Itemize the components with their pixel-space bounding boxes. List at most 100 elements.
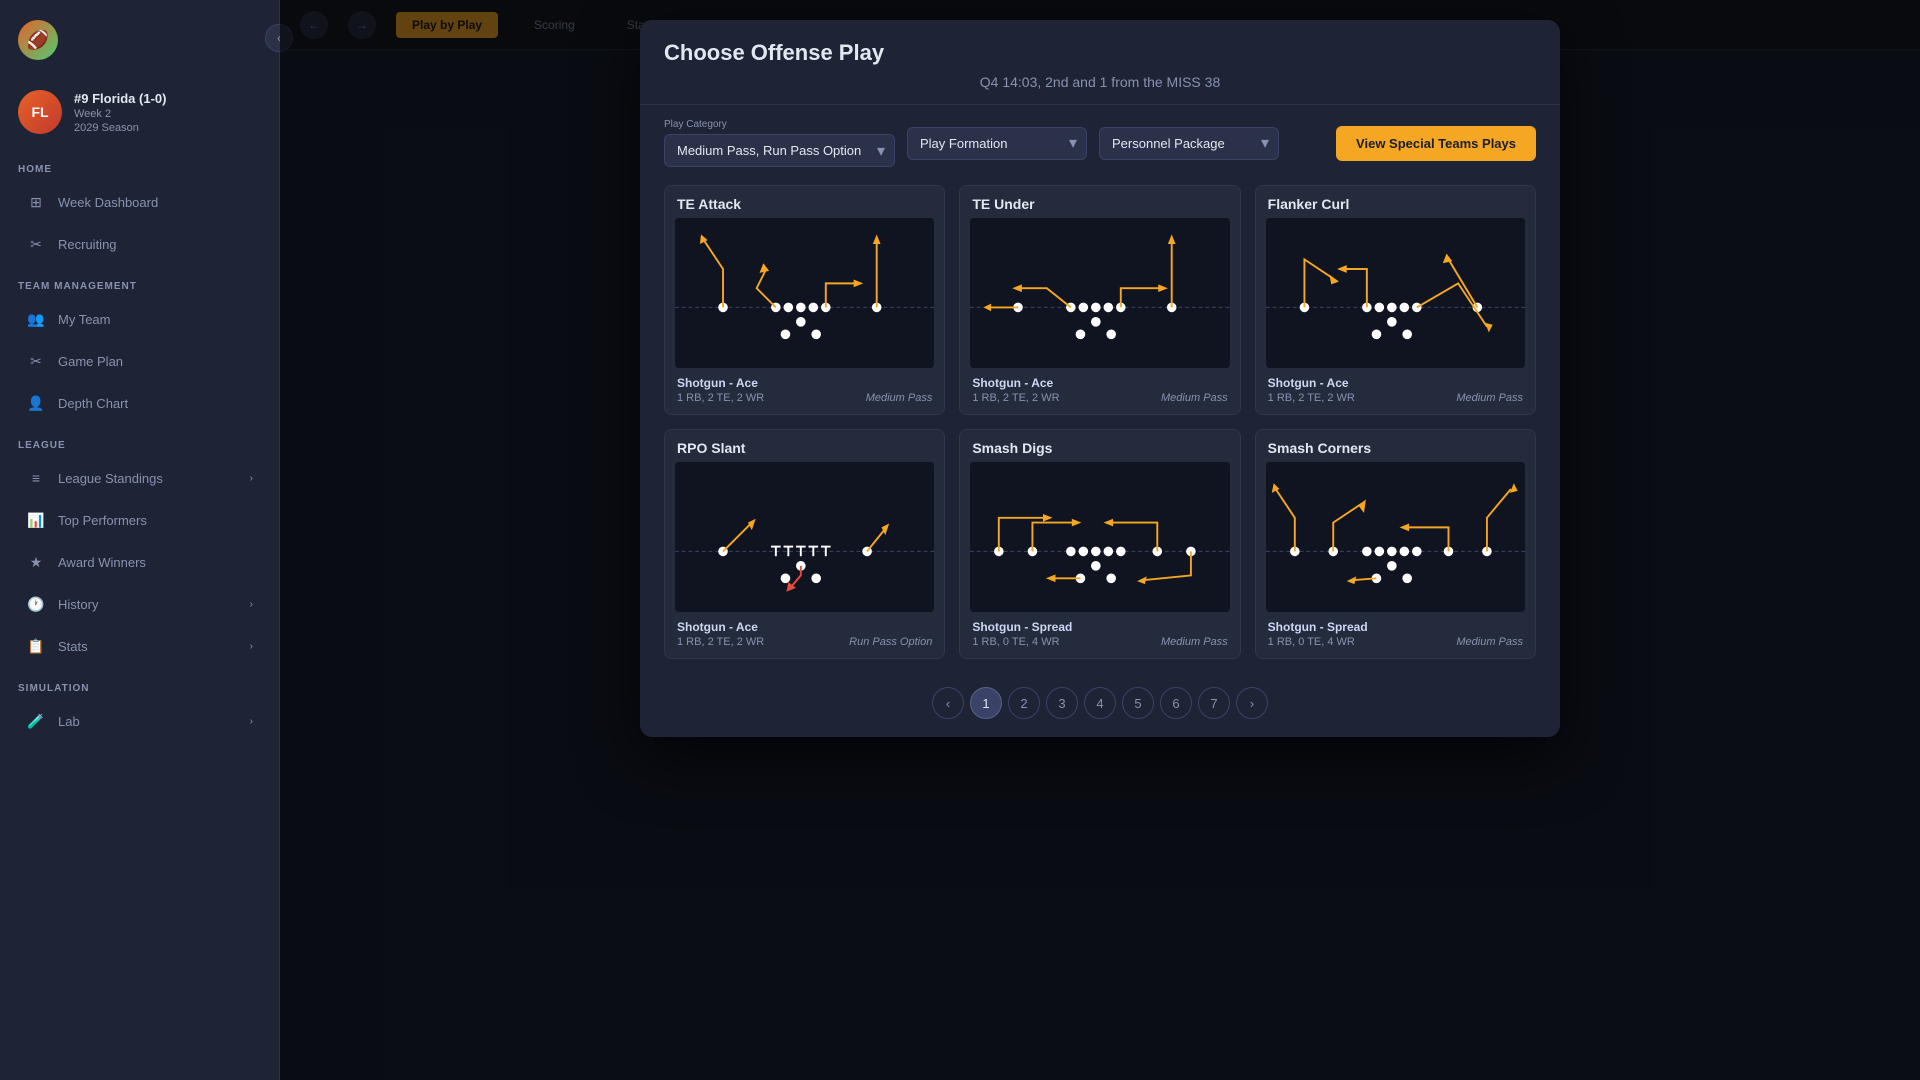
play-card-smash-digs[interactable]: Smash Digs — [959, 429, 1240, 659]
play-title: Flanker Curl — [1256, 186, 1535, 218]
lab-icon: 🧪 — [26, 711, 46, 731]
play-diagram-te-under — [970, 218, 1229, 368]
play-formation: Shotgun - Spread — [972, 620, 1072, 634]
choose-offense-play-modal: Choose Offense Play Q4 14:03, 2nd and 1 … — [640, 20, 1560, 737]
play-title: TE Under — [960, 186, 1239, 218]
play-card-te-under[interactable]: TE Under — [959, 185, 1240, 415]
personnel-package-select-wrapper: Personnel Package 1 RB, 2 TE, 2 WR 1 RB,… — [1099, 127, 1279, 160]
play-personnel: 1 RB, 0 TE, 4 WR — [1268, 636, 1368, 648]
play-card-footer: Shotgun - Ace 1 RB, 2 TE, 2 WR Medium Pa… — [665, 368, 944, 414]
play-formation-select[interactable]: Play Formation Shotgun - Ace Shotgun - S… — [907, 127, 1087, 160]
chart-icon: 📊 — [26, 510, 46, 530]
gameplan-icon: ✂ — [26, 351, 46, 371]
sidebar-item-league-standings[interactable]: ≡ League Standings › — [8, 458, 271, 498]
play-diagram-smash-corners — [1266, 462, 1525, 612]
play-diagram-flanker-curl — [1266, 218, 1525, 368]
pagination-page-1[interactable]: 1 — [970, 687, 1002, 719]
stats-icon: 📋 — [26, 636, 46, 656]
play-card-smash-corners[interactable]: Smash Corners — [1255, 429, 1536, 659]
standings-icon: ≡ — [26, 468, 46, 488]
pagination-page-3[interactable]: 3 — [1046, 687, 1078, 719]
modal-overlay: Choose Offense Play Q4 14:03, 2nd and 1 … — [280, 0, 1920, 1080]
chevron-right-icon: › — [250, 599, 253, 610]
scissors-icon: ✂ — [26, 234, 46, 254]
modal-title: Choose Offense Play — [664, 40, 1536, 66]
pagination-page-2[interactable]: 2 — [1008, 687, 1040, 719]
history-icon: 🕐 — [26, 594, 46, 614]
play-card-rpo-slant[interactable]: RPO Slant — [664, 429, 945, 659]
plays-grid: TE Attack — [640, 181, 1560, 675]
play-formation: Shotgun - Spread — [1268, 620, 1368, 634]
play-formation: Shotgun - Ace — [677, 620, 764, 634]
pagination-page-6[interactable]: 6 — [1160, 687, 1192, 719]
sidebar: 🏈 ‹ FL #9 Florida (1-0) Week 2 2029 Seas… — [0, 0, 280, 1080]
sidebar-item-top-performers[interactable]: 📊 Top Performers — [8, 500, 271, 540]
star-icon: ★ — [26, 552, 46, 572]
nav-section-league: LEAGUE — [0, 424, 279, 457]
nav-section-simulation: SIMULATION — [0, 667, 279, 700]
sidebar-item-label: Stats — [58, 639, 88, 654]
play-formation: Shotgun - Ace — [677, 376, 764, 390]
play-card-footer: Shotgun - Ace 1 RB, 2 TE, 2 WR Run Pass … — [665, 612, 944, 658]
sidebar-item-label: Game Plan — [58, 354, 123, 369]
sidebar-item-label: Award Winners — [58, 555, 146, 570]
logo-icon: 🏈 — [27, 30, 49, 51]
play-category-select[interactable]: Medium Pass, Run Pass Option Run Plays S… — [664, 134, 895, 167]
play-personnel: 1 RB, 2 TE, 2 WR — [677, 392, 764, 404]
play-card-footer: Shotgun - Spread 1 RB, 0 TE, 4 WR Medium… — [960, 612, 1239, 658]
team-details: #9 Florida (1-0) Week 2 2029 Season — [74, 91, 166, 134]
sidebar-item-label: Top Performers — [58, 513, 147, 528]
sidebar-header: 🏈 ‹ — [0, 0, 279, 76]
sidebar-item-recruiting[interactable]: ✂ Recruiting — [8, 224, 271, 264]
sidebar-item-depth-chart[interactable]: 👤 Depth Chart — [8, 383, 271, 423]
sidebar-item-label: League Standings — [58, 471, 163, 486]
pagination: ‹ 1 2 3 4 5 6 7 › — [640, 675, 1560, 737]
play-personnel: 1 RB, 0 TE, 4 WR — [972, 636, 1072, 648]
sidebar-item-history[interactable]: 🕐 History › — [8, 584, 271, 624]
modal-header: Choose Offense Play Q4 14:03, 2nd and 1 … — [640, 20, 1560, 105]
modal-subtitle: Q4 14:03, 2nd and 1 from the MISS 38 — [664, 74, 1536, 90]
pagination-prev[interactable]: ‹ — [932, 687, 964, 719]
play-card-te-attack[interactable]: TE Attack — [664, 185, 945, 415]
team-season: 2029 Season — [74, 122, 166, 134]
sidebar-item-award-winners[interactable]: ★ Award Winners — [8, 542, 271, 582]
pagination-page-4[interactable]: 4 — [1084, 687, 1116, 719]
play-category-filter-group: Play Category Medium Pass, Run Pass Opti… — [664, 119, 895, 167]
pagination-page-5[interactable]: 5 — [1122, 687, 1154, 719]
sidebar-item-label: Depth Chart — [58, 396, 128, 411]
pagination-next[interactable]: › — [1236, 687, 1268, 719]
sidebar-item-label: My Team — [58, 312, 111, 327]
play-diagram-te-attack — [675, 218, 934, 368]
modal-filters: Play Category Medium Pass, Run Pass Opti… — [640, 105, 1560, 181]
sidebar-item-my-team[interactable]: 👥 My Team — [8, 299, 271, 339]
play-personnel: 1 RB, 2 TE, 2 WR — [1268, 392, 1355, 404]
sidebar-item-week-dashboard[interactable]: ⊞ Week Dashboard — [8, 182, 271, 222]
play-type: Medium Pass — [1456, 392, 1523, 404]
app-logo: 🏈 — [18, 20, 58, 60]
play-category-select-wrapper: Medium Pass, Run Pass Option Run Plays S… — [664, 134, 895, 167]
grid-icon: ⊞ — [26, 192, 46, 212]
sidebar-item-lab[interactable]: 🧪 Lab › — [8, 701, 271, 741]
play-card-footer: Shotgun - Spread 1 RB, 0 TE, 4 WR Medium… — [1256, 612, 1535, 658]
personnel-package-select[interactable]: Personnel Package 1 RB, 2 TE, 2 WR 1 RB,… — [1099, 127, 1279, 160]
play-type: Run Pass Option — [849, 636, 932, 648]
depthchart-icon: 👤 — [26, 393, 46, 413]
play-title: RPO Slant — [665, 430, 944, 462]
play-personnel: 1 RB, 2 TE, 2 WR — [677, 636, 764, 648]
play-card-footer: Shotgun - Ace 1 RB, 2 TE, 2 WR Medium Pa… — [1256, 368, 1535, 414]
play-card-footer: Shotgun - Ace 1 RB, 2 TE, 2 WR Medium Pa… — [960, 368, 1239, 414]
play-type: Medium Pass — [1161, 636, 1228, 648]
sidebar-item-label: Lab — [58, 714, 80, 729]
special-teams-button[interactable]: View Special Teams Plays — [1336, 126, 1536, 161]
sidebar-item-game-plan[interactable]: ✂ Game Plan — [8, 341, 271, 381]
play-formation: Shotgun - Ace — [1268, 376, 1355, 390]
play-formation-filter-group: Play Formation Shotgun - Ace Shotgun - S… — [907, 127, 1087, 160]
chevron-right-icon: › — [250, 641, 253, 652]
team-name: #9 Florida (1-0) — [74, 91, 166, 106]
play-card-flanker-curl[interactable]: Flanker Curl — [1255, 185, 1536, 415]
play-type: Medium Pass — [866, 392, 933, 404]
pagination-page-7[interactable]: 7 — [1198, 687, 1230, 719]
sidebar-item-stats[interactable]: 📋 Stats › — [8, 626, 271, 666]
play-type: Medium Pass — [1456, 636, 1523, 648]
play-title: TE Attack — [665, 186, 944, 218]
